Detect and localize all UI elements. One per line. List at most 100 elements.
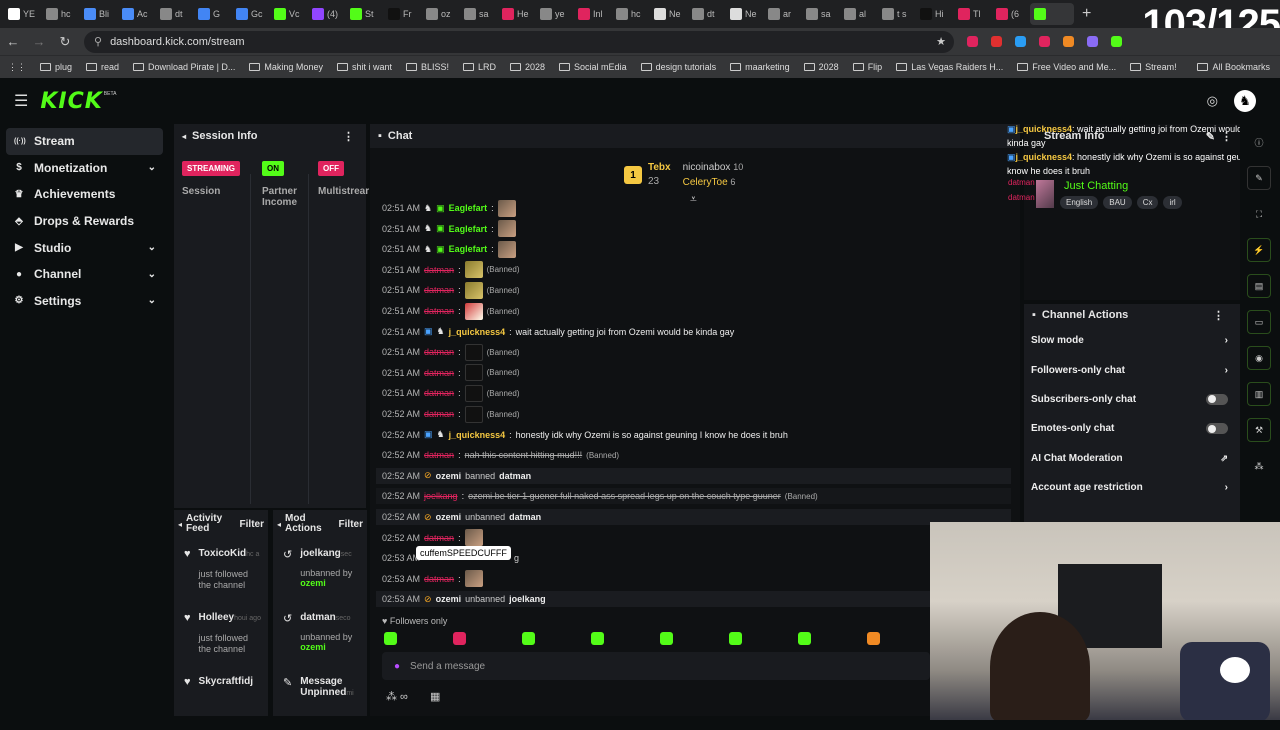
chat-emote[interactable] xyxy=(464,384,483,402)
apps-grid-icon[interactable]: ⋮⋮ xyxy=(8,62,26,73)
browser-tab[interactable]: hc xyxy=(612,3,650,25)
browser-tab[interactable]: ar xyxy=(764,3,802,25)
follower-name[interactable]: Skycraftfidj xyxy=(199,676,253,687)
emote-button[interactable] xyxy=(591,632,604,645)
moderator-name[interactable]: ozemi xyxy=(436,594,462,604)
scan-icon[interactable]: ◎ xyxy=(1207,93,1218,109)
browser-tab[interactable]: sa xyxy=(460,3,498,25)
more-options-icon[interactable]: ⋮ xyxy=(343,130,354,143)
browser-tab[interactable]: Tl xyxy=(954,3,992,25)
bookmark-item[interactable]: BLISS! xyxy=(405,62,449,72)
user-avatar[interactable]: ♞ xyxy=(1234,90,1256,112)
bookmark-item[interactable]: Flip xyxy=(852,62,882,72)
chat-emote[interactable] xyxy=(464,343,483,361)
bookmark-item[interactable]: Free Video and Me... xyxy=(1017,62,1116,72)
bookmark-item[interactable]: read xyxy=(86,62,119,72)
chevron-left-icon[interactable]: ◂ xyxy=(277,520,281,529)
chat-emote[interactable] xyxy=(464,405,483,423)
toggle-switch[interactable] xyxy=(1206,423,1228,435)
chat-username[interactable]: datman xyxy=(424,306,454,316)
collapse-icon[interactable]: ⩡ xyxy=(690,192,697,207)
extension-icon[interactable] xyxy=(1063,36,1074,47)
browser-tab[interactable]: G xyxy=(194,3,232,25)
browser-tab[interactable]: t s xyxy=(878,3,916,25)
chevron-right-icon[interactable]: › xyxy=(1225,482,1228,493)
emote-button[interactable] xyxy=(522,632,535,645)
chat-emote[interactable] xyxy=(464,529,483,547)
chat-username[interactable]: datman xyxy=(424,265,454,275)
chat-username[interactable]: datman xyxy=(424,285,454,295)
document-icon[interactable]: ▤ xyxy=(1247,274,1271,298)
chat-username[interactable]: Eaglefart xyxy=(449,244,488,254)
chat-emote[interactable] xyxy=(464,364,483,382)
browser-tab[interactable]: sa xyxy=(802,3,840,25)
lightning-icon[interactable]: ⚡ xyxy=(1247,238,1271,262)
moderator-name[interactable]: ozemi xyxy=(436,512,462,522)
bookmark-item[interactable]: shit i want xyxy=(336,62,392,72)
chat-settings-icon[interactable]: ⁂ ∞ xyxy=(386,690,408,703)
bookmark-star-icon[interactable]: ★ xyxy=(936,35,946,48)
target-user[interactable]: datman xyxy=(509,512,541,522)
channel-action-emotes-only-chat[interactable]: Emotes-only chat xyxy=(1024,414,1240,443)
browser-tab[interactable]: dt xyxy=(156,3,194,25)
toggle-switch[interactable] xyxy=(1206,393,1228,405)
sidebar-item-stream[interactable]: ((·)) Stream xyxy=(6,128,163,155)
store-icon[interactable]: ▦ xyxy=(430,690,440,703)
channel-action-followers-only-chat[interactable]: Followers-only chat › xyxy=(1024,355,1240,384)
follower-name[interactable]: ToxicoKid xyxy=(199,548,247,559)
edit-icon[interactable]: ✎ xyxy=(1247,166,1271,190)
category-link[interactable]: Just Chatting xyxy=(1064,180,1128,192)
extension-icon[interactable] xyxy=(991,36,1002,47)
browser-tab[interactable]: Fr xyxy=(384,3,422,25)
site-info-icon[interactable]: ⚲ xyxy=(94,35,102,48)
browser-tab[interactable]: ye xyxy=(536,3,574,25)
extension-icon[interactable] xyxy=(967,36,978,47)
emote-button[interactable] xyxy=(798,632,811,645)
chevron-down-icon[interactable]: ⌄ xyxy=(148,242,156,253)
menu-icon[interactable]: ☰ xyxy=(14,91,28,111)
mod-action-name[interactable]: datman xyxy=(300,612,336,623)
filter-button[interactable]: Filter xyxy=(240,519,264,530)
chat-username[interactable]: datman xyxy=(424,574,454,584)
microphone-icon[interactable]: ● xyxy=(394,661,400,672)
bookmark-item[interactable]: 2028 xyxy=(510,62,545,72)
extension-icon[interactable] xyxy=(1111,36,1122,47)
stream-tag[interactable]: irl xyxy=(1163,196,1182,209)
bookmark-item[interactable]: maarketing xyxy=(730,62,790,72)
emote-button[interactable] xyxy=(453,632,466,645)
browser-tab[interactable]: oz xyxy=(422,3,460,25)
stream-tag[interactable]: BAU xyxy=(1103,196,1132,209)
gifter-name[interactable]: nicoinabox xyxy=(683,162,731,173)
emote-button[interactable] xyxy=(729,632,742,645)
channel-action-account-age-restriction[interactable]: Account age restriction › xyxy=(1024,473,1240,502)
moderator-name[interactable]: ozemi xyxy=(436,471,462,481)
emote-button[interactable] xyxy=(384,632,397,645)
emote-button[interactable] xyxy=(867,632,880,645)
chat-emote[interactable] xyxy=(497,240,516,258)
chevron-down-icon[interactable]: ⌄ xyxy=(148,269,156,280)
fullscreen-icon[interactable]: ⛶ xyxy=(1247,202,1271,226)
mod-action-by[interactable]: ozemi xyxy=(300,642,360,652)
sidebar-item-achievements[interactable]: ♛ Achievements xyxy=(0,181,166,208)
mod-action-by[interactable]: ozemi xyxy=(300,578,360,588)
extension-icon[interactable] xyxy=(1039,36,1050,47)
browser-tab[interactable]: al xyxy=(840,3,878,25)
chevron-left-icon[interactable]: ◂ xyxy=(178,520,182,529)
chevron-down-icon[interactable]: ⌄ xyxy=(148,295,156,306)
browser-tab[interactable]: hc xyxy=(42,3,80,25)
chat-emote[interactable] xyxy=(464,302,483,320)
sidebar-item-studio[interactable]: ▶ Studio ⌄ xyxy=(0,234,166,261)
all-bookmarks-button[interactable]: All Bookmarks xyxy=(1197,62,1270,72)
wrench-icon[interactable]: ⚒ xyxy=(1247,418,1271,442)
chat-username[interactable]: datman xyxy=(424,450,454,460)
bookmark-item[interactable]: plug xyxy=(40,62,72,72)
browser-tab[interactable]: Vc xyxy=(270,3,308,25)
chevron-down-icon[interactable]: ⌄ xyxy=(148,162,156,173)
browser-tab[interactable]: Gc xyxy=(232,3,270,25)
channel-action-ai-chat-moderation[interactable]: AI Chat Moderation ⇗ xyxy=(1024,444,1240,473)
browser-tab[interactable]: St xyxy=(346,3,384,25)
extension-icon[interactable] xyxy=(1087,36,1098,47)
chat-username[interactable]: j_quickness4 xyxy=(449,430,506,440)
browser-tab[interactable]: YE xyxy=(4,3,42,25)
bookmark-item[interactable]: 2028 xyxy=(803,62,839,72)
